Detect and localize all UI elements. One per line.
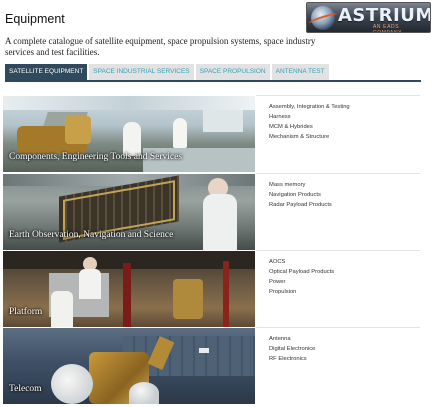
- link-mass-memory[interactable]: Mass memory: [269, 180, 332, 190]
- link-optical-payload-products[interactable]: Optical Payload Products: [269, 267, 334, 277]
- link-mcm-hybrides[interactable]: MCM & Hybrides: [269, 122, 350, 132]
- link-radar-payload-products[interactable]: Radar Payload Products: [269, 200, 332, 210]
- link-navigation-products[interactable]: Navigation Products: [269, 190, 332, 200]
- link-harness[interactable]: Harness: [269, 112, 350, 122]
- telecom-links: Antenna Digital Electronice RF Electroni…: [269, 334, 315, 364]
- components-links: Assembly, Integration & Testing Harness …: [269, 102, 350, 142]
- earth-observation-photo[interactable]: Earth Observation, Navigation and Scienc…: [3, 174, 255, 250]
- category-row-telecom: Telecom Antenna Digital Electronice RF E…: [3, 328, 420, 404]
- link-power[interactable]: Power: [269, 277, 334, 287]
- link-digital-electronice[interactable]: Digital Electronice: [269, 344, 315, 354]
- tab-antenna-test[interactable]: Antenna Test: [271, 64, 329, 80]
- earth-observation-links: Mass memory Navigation Products Radar Pa…: [269, 180, 332, 210]
- link-propulsion[interactable]: Propulsion: [269, 287, 334, 297]
- link-rf-electronics[interactable]: RF Electronics: [269, 354, 315, 364]
- tab-space-industrial-services[interactable]: Space Industrial Services: [89, 64, 194, 80]
- components-label: Components, Engineering Tools and Servic…: [9, 152, 183, 162]
- tab-underline: [5, 80, 421, 82]
- platform-label: Platform: [9, 307, 43, 317]
- page-title: Equipment: [5, 12, 65, 26]
- link-antenna[interactable]: Antenna: [269, 334, 315, 344]
- logo-wordmark: ASTRIUM: [338, 5, 431, 26]
- category-row-components: Components, Engineering Tools and Servic…: [3, 96, 420, 172]
- category-row-platform: Platform AOCS Optical Payload Products P…: [3, 251, 420, 327]
- link-assembly-integration-testing[interactable]: Assembly, Integration & Testing: [269, 102, 350, 112]
- earth-observation-label: Earth Observation, Navigation and Scienc…: [9, 230, 174, 240]
- category-row-earth-observation: Earth Observation, Navigation and Scienc…: [3, 174, 420, 250]
- astrium-logo[interactable]: ASTRIUM AN EADS COMPANY: [306, 2, 431, 33]
- platform-links: AOCS Optical Payload Products Power Prop…: [269, 257, 334, 297]
- tab-satellite-equipment[interactable]: Satellite Equipment: [5, 64, 88, 80]
- logo-tagline: AN EADS COMPANY: [373, 24, 403, 33]
- intro-text: A complete catalogue of satellite equipm…: [5, 36, 316, 57]
- tab-space-propulsion[interactable]: Space Propulsion: [195, 64, 270, 80]
- telecom-label: Telecom: [9, 384, 42, 394]
- category-tabs: Satellite Equipment Space Industrial Ser…: [5, 64, 329, 80]
- platform-photo[interactable]: Platform: [3, 251, 255, 327]
- link-mechanism-structure[interactable]: Mechanism & Structure: [269, 132, 350, 142]
- components-photo[interactable]: Components, Engineering Tools and Servic…: [3, 96, 255, 172]
- link-aocs[interactable]: AOCS: [269, 257, 334, 267]
- telecom-photo[interactable]: Telecom: [3, 328, 255, 404]
